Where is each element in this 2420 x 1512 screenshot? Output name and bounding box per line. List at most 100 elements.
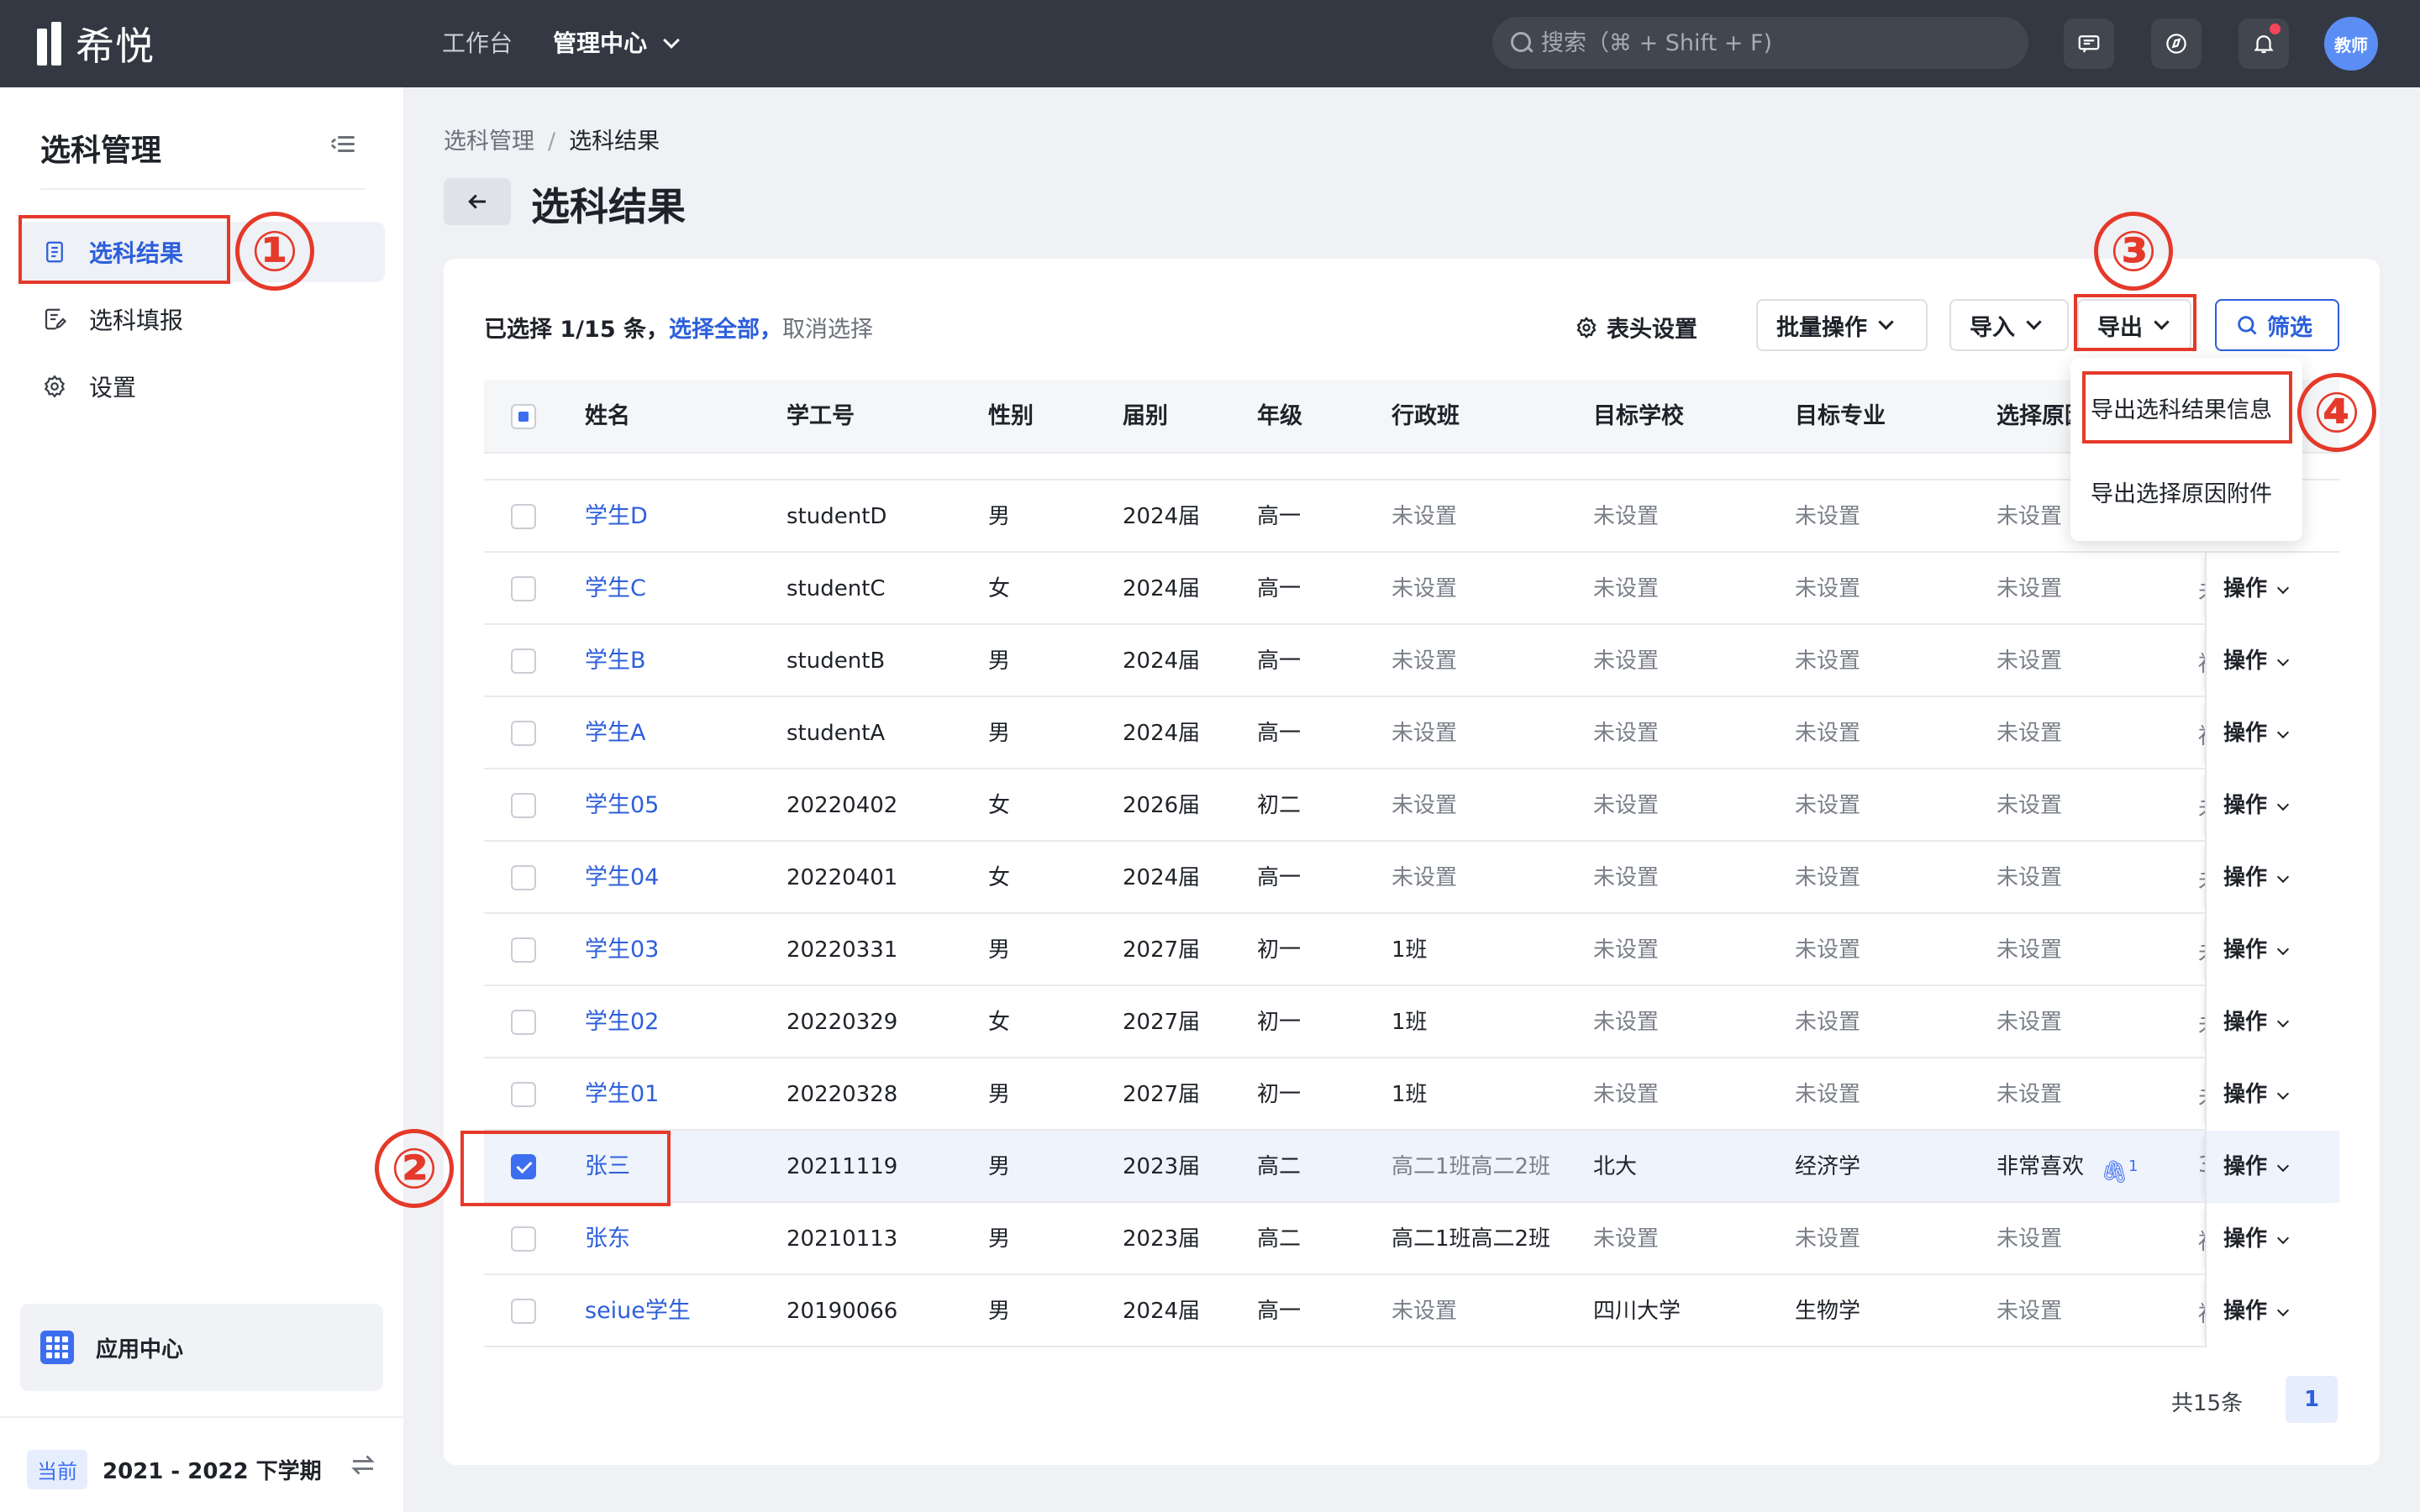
row-checkbox[interactable] bbox=[511, 504, 536, 529]
cell-overflow-text: 未 bbox=[2198, 864, 2205, 892]
cell-name[interactable]: 学生04 bbox=[585, 842, 659, 914]
row-operation-menu[interactable]: 操作 bbox=[2223, 697, 2290, 769]
table-row[interactable]: 学生02 20220329 女 2027届 初一 1班 未设置 未设置 未设置 未操作 bbox=[484, 986, 2339, 1058]
logo-text: 希悦 bbox=[76, 24, 155, 69]
select-all-link[interactable]: 选择全部， bbox=[669, 317, 782, 343]
import-button[interactable]: 导入 bbox=[1949, 299, 2069, 351]
pagination-page-1[interactable]: 1 bbox=[2286, 1376, 2338, 1423]
row-operation-menu[interactable]: 操作 bbox=[2223, 986, 2290, 1058]
nav-item-admin-center[interactable]: 管理中心 bbox=[553, 25, 680, 62]
cell-name[interactable]: 学生C bbox=[585, 553, 646, 625]
row-checkbox[interactable] bbox=[511, 576, 536, 601]
row-checkbox[interactable] bbox=[511, 721, 536, 746]
nav-item-label: 管理中心 bbox=[553, 29, 648, 57]
cell-id: 20220331 bbox=[786, 937, 898, 963]
table-row[interactable]: seiue学生 20190066 男 2024届 高一 未设置 四川大学 生物学 未设置 福操作 bbox=[484, 1275, 2339, 1347]
column-header-name[interactable]: 姓名 bbox=[585, 380, 630, 454]
row-checkbox[interactable] bbox=[511, 1082, 536, 1107]
table-row[interactable]: 学生03 20220331 男 2027届 初一 1班 未设置 未设置 未设置 未操作 bbox=[484, 914, 2339, 986]
row-operation-menu[interactable]: 操作 bbox=[2223, 842, 2290, 914]
cell-cohort: 2027届 bbox=[1123, 1082, 1201, 1107]
cell-name[interactable]: 学生01 bbox=[585, 1058, 659, 1131]
search-input[interactable] bbox=[1541, 29, 2012, 56]
row-operation-menu[interactable]: 操作 bbox=[2223, 1058, 2290, 1131]
row-checkbox[interactable] bbox=[511, 1299, 536, 1324]
column-header-class[interactable]: 行政班 bbox=[1392, 380, 1460, 454]
app-center-button[interactable]: 应用中心 bbox=[20, 1304, 383, 1391]
notification-button[interactable] bbox=[2238, 18, 2289, 69]
collapse-sidebar-icon[interactable] bbox=[330, 134, 355, 155]
row-operation-menu[interactable]: 操作 bbox=[2223, 625, 2290, 697]
search-icon bbox=[1509, 30, 1534, 55]
column-header-major[interactable]: 目标专业 bbox=[1795, 380, 1886, 454]
row-operation-menu[interactable]: 操作 bbox=[2223, 1131, 2290, 1203]
sidebar-item-settings[interactable]: 设置 bbox=[20, 356, 385, 417]
cell-cohort: 2024届 bbox=[1123, 721, 1201, 746]
select-all-checkbox[interactable] bbox=[511, 404, 536, 429]
cell-grade: 初二 bbox=[1257, 793, 1302, 818]
row-checkbox[interactable] bbox=[511, 937, 536, 963]
breadcrumb-root[interactable]: 选科管理 bbox=[444, 129, 534, 155]
pagination-total: 共15条 bbox=[2171, 1391, 2244, 1416]
nav-item-workbench[interactable]: 工作台 bbox=[442, 25, 513, 62]
filter-button[interactable]: 筛选 bbox=[2215, 299, 2339, 351]
table-row[interactable]: 学生A studentA 男 2024届 高一 未设置 未设置 未设置 未设置 福操作 bbox=[484, 697, 2339, 769]
column-header-gender[interactable]: 性别 bbox=[988, 380, 1034, 454]
menu-item-export-attachments[interactable]: 导出选择原因附件 bbox=[2091, 475, 2272, 508]
table-row[interactable]: 学生05 20220402 女 2026届 初二 未设置 未设置 未设置 未设置 未操作 bbox=[484, 769, 2339, 842]
cell-gender: 男 bbox=[988, 721, 1011, 746]
logo-mark-icon bbox=[37, 22, 66, 66]
row-operation-menu[interactable]: 操作 bbox=[2223, 769, 2290, 842]
cell-name[interactable]: 张东 bbox=[585, 1203, 630, 1275]
header-settings-button[interactable]: 表头设置 bbox=[1575, 311, 1697, 344]
cell-name[interactable]: 学生05 bbox=[585, 769, 659, 842]
cell-name[interactable]: 学生D bbox=[585, 480, 648, 553]
annotation-number-1: ① bbox=[235, 212, 314, 291]
table-row[interactable]: 学生04 20220401 女 2024届 高一 未设置 未设置 未设置 未设置 未操作 bbox=[484, 842, 2339, 914]
swap-icon[interactable] bbox=[348, 1450, 378, 1480]
table-row[interactable]: 张三20211119男2023届高二高二1班高二2班北大经济学非常喜欢🖇13操作 bbox=[484, 1131, 2339, 1203]
table-row[interactable]: 学生01 20220328 男 2027届 初一 1班 未设置 未设置 未设置 未操作 bbox=[484, 1058, 2339, 1131]
attachment-link[interactable]: 🖇1 bbox=[2101, 1131, 2138, 1203]
cell-class: 1班 bbox=[1392, 1082, 1428, 1107]
cell-name[interactable]: 学生02 bbox=[585, 986, 659, 1058]
cell-name[interactable]: 学生A bbox=[585, 697, 645, 769]
row-checkbox[interactable] bbox=[511, 1010, 536, 1035]
assistant-button[interactable] bbox=[2151, 18, 2202, 69]
row-operation-menu[interactable]: 操作 bbox=[2223, 553, 2290, 625]
term-selector[interactable]: 当前 2021 - 2022 下学期 bbox=[27, 1450, 322, 1489]
chevron-down-icon bbox=[2276, 654, 2290, 667]
cell-name[interactable]: 学生B bbox=[585, 625, 646, 697]
column-header-grade[interactable]: 年级 bbox=[1257, 380, 1302, 454]
row-checkbox[interactable] bbox=[511, 793, 536, 818]
table-row[interactable]: 学生C studentC 女 2024届 高一 未设置 未设置 未设置 未设置 未操作 bbox=[484, 553, 2339, 625]
row-checkbox[interactable] bbox=[511, 865, 536, 890]
cancel-selection-link[interactable]: 取消选择 bbox=[782, 317, 873, 343]
row-checkbox[interactable] bbox=[511, 648, 536, 674]
chevron-down-icon bbox=[2276, 1159, 2290, 1173]
app-logo[interactable]: 希悦 bbox=[37, 20, 155, 69]
table-row[interactable]: 张东 20210113 男 2023届 高二 高二1班高二2班 未设置 未设置 未设置 福操作 bbox=[484, 1203, 2339, 1275]
sidebar-item-fill[interactable]: 选科填报 bbox=[20, 289, 385, 349]
cell-school: 未设置 bbox=[1593, 1082, 1660, 1107]
cell-cohort: 2024届 bbox=[1123, 576, 1201, 601]
avatar[interactable]: 教师 bbox=[2324, 17, 2378, 71]
column-header-id[interactable]: 学工号 bbox=[786, 380, 855, 454]
row-operation-menu[interactable]: 操作 bbox=[2223, 1275, 2290, 1347]
message-button[interactable] bbox=[2064, 18, 2114, 69]
column-header-cohort[interactable]: 届别 bbox=[1123, 380, 1168, 454]
table-row[interactable]: 学生D studentD 男 2024届 高一 未设置 未设置 未设置 未设置 bbox=[484, 480, 2339, 553]
cell-name[interactable]: seiue学生 bbox=[585, 1275, 691, 1347]
cell-name[interactable]: 学生03 bbox=[585, 914, 659, 986]
column-header-school[interactable]: 目标学校 bbox=[1593, 380, 1684, 454]
batch-label: 批量操作 bbox=[1776, 314, 1867, 341]
row-operation-menu[interactable]: 操作 bbox=[2223, 1203, 2290, 1275]
row-checkbox[interactable] bbox=[511, 1226, 536, 1252]
cell-id: 20220402 bbox=[786, 793, 898, 818]
header-settings-label: 表头设置 bbox=[1607, 317, 1697, 343]
table-row[interactable]: 学生B studentB 男 2024届 高一 未设置 未设置 未设置 未设置 福操作 bbox=[484, 625, 2339, 697]
batch-operations-button[interactable]: 批量操作 bbox=[1756, 299, 1928, 351]
row-operation-menu[interactable]: 操作 bbox=[2223, 914, 2290, 986]
global-search[interactable] bbox=[1492, 17, 2028, 69]
back-button[interactable] bbox=[444, 178, 511, 225]
